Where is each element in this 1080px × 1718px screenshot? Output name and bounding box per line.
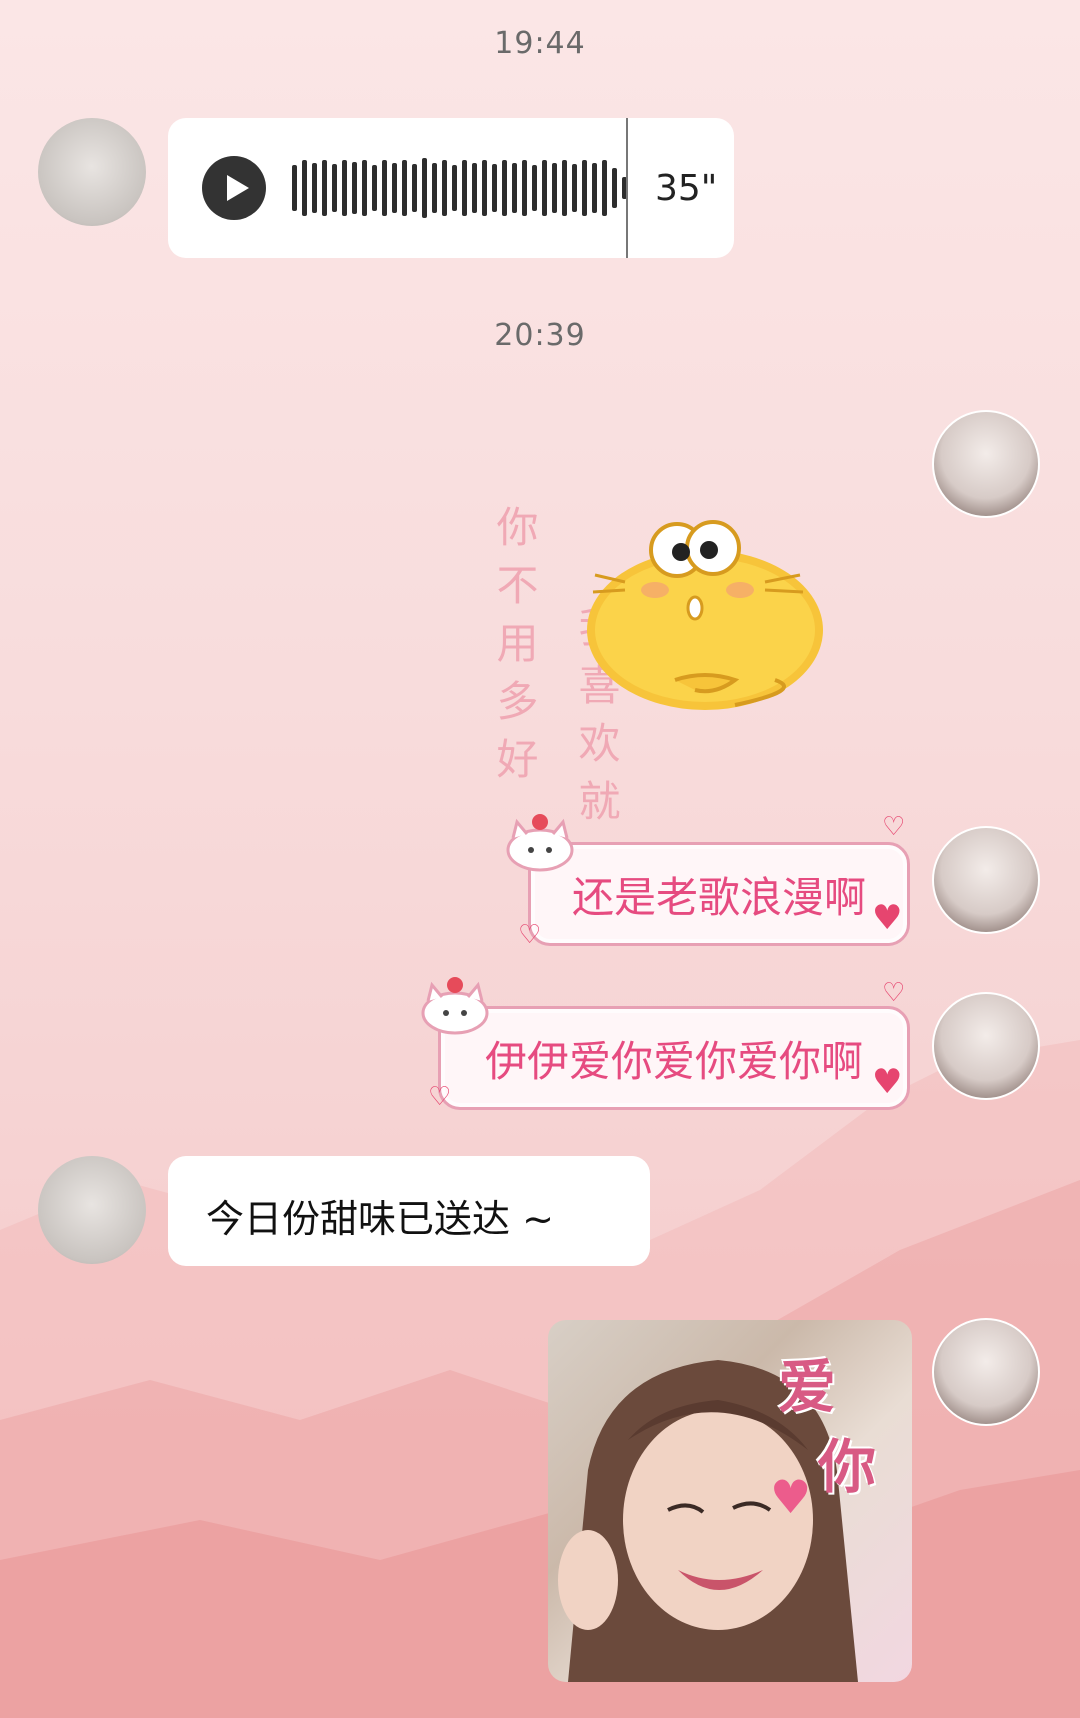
photo-message[interactable]: 爱 你 ♥ (548, 1320, 912, 1682)
message-bubble[interactable]: 今日份甜味已送达 ~ (168, 1156, 650, 1266)
message-text: 今日份甜味已送达 ~ (206, 1197, 554, 1241)
voice-message-bubble[interactable]: 35" (168, 118, 734, 258)
heart-icon: ♡ (882, 978, 906, 1008)
message-text: 还是老歌浪漫啊 (571, 872, 866, 922)
kitten-icon (421, 977, 489, 1035)
photo-caption: 你 (818, 1433, 877, 1501)
heart-icon: ♥ (872, 898, 903, 938)
heart-icon: ♡ (882, 812, 906, 842)
timestamp: 19:44 (494, 26, 586, 61)
heart-icon: ♡ (518, 920, 542, 950)
kitten-icon (506, 814, 574, 872)
playback-cursor (626, 118, 628, 258)
message-bubble[interactable]: 还是老歌浪漫啊 (528, 842, 910, 946)
my-avatar[interactable] (932, 826, 1040, 934)
cat-sticker[interactable] (585, 520, 835, 720)
contact-avatar[interactable] (38, 1156, 146, 1264)
message-bubble[interactable]: 伊伊爱你爱你爱你啊 (438, 1006, 910, 1110)
contact-avatar[interactable] (38, 118, 146, 226)
voice-duration: 35" (655, 168, 718, 209)
background-text: 你不用多好 (490, 505, 539, 795)
heart-icon: ♡ (428, 1082, 452, 1112)
waveform (292, 158, 627, 218)
my-avatar[interactable] (932, 410, 1040, 518)
message-text: 伊伊爱你爱你爱你啊 (484, 1036, 863, 1086)
timestamp: 20:39 (494, 318, 586, 353)
heart-icon: ♥ (770, 1470, 812, 1524)
my-avatar[interactable] (932, 992, 1040, 1100)
photo-caption: 爱 (778, 1353, 837, 1421)
my-avatar[interactable] (932, 1318, 1040, 1426)
play-icon[interactable] (202, 156, 266, 220)
heart-icon: ♥ (872, 1062, 903, 1102)
